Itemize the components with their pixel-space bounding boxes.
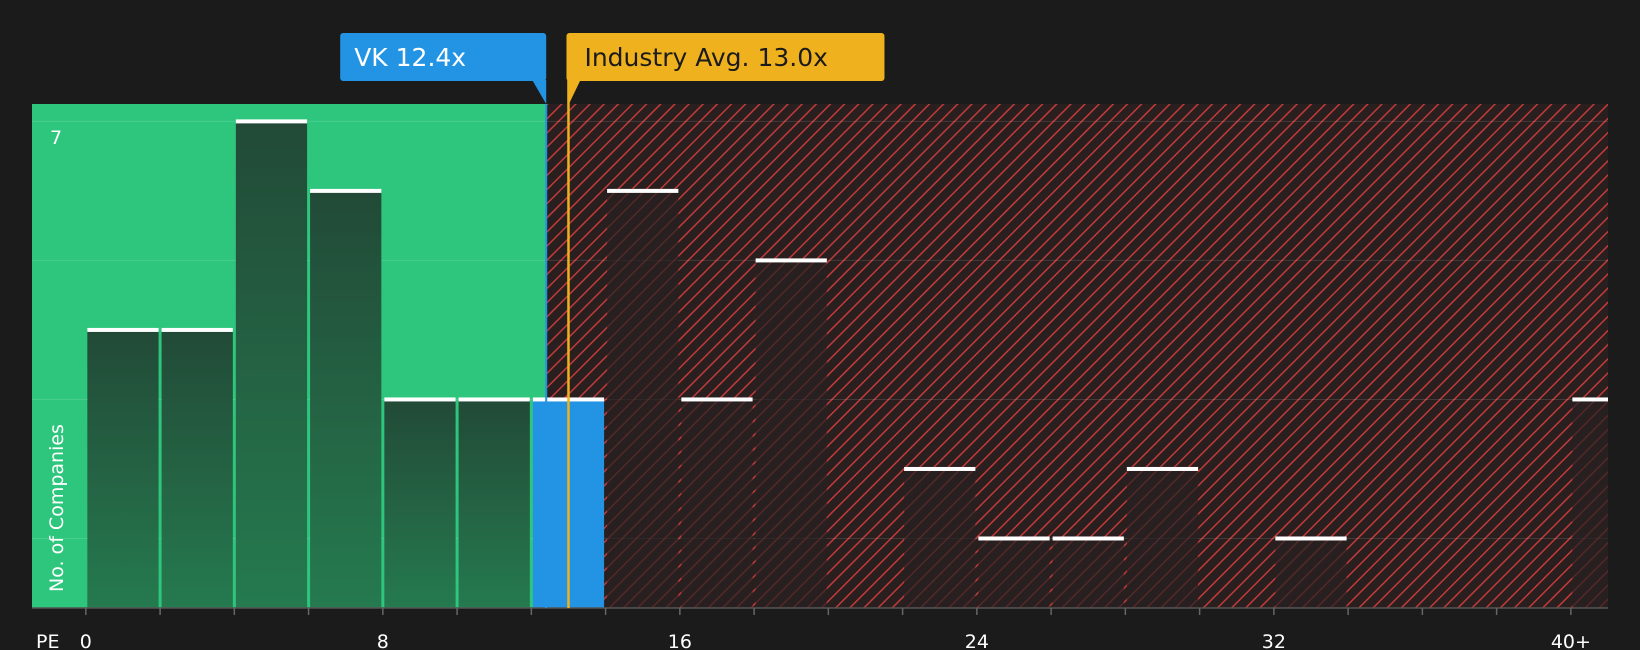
histogram-bar (384, 399, 456, 608)
histogram-bar (607, 190, 679, 608)
histogram-bar (1126, 468, 1199, 608)
histogram-bar (310, 190, 382, 608)
bar-cap (1052, 536, 1124, 541)
bar-cap (755, 258, 827, 263)
x-axis-ticks: 0 8 16 24 32 40+ (80, 608, 1591, 650)
bar-cap (458, 397, 530, 402)
chart-canvas: 0 8 16 24 32 40+ 7 No. of Companies PE VK 12.… (32, 33, 1608, 650)
x-axis-label: PE (36, 631, 59, 650)
bar-cap (87, 327, 159, 332)
bar-cap (904, 466, 976, 471)
histogram-bar (978, 538, 1050, 608)
pe-distribution-chart: 0 8 16 24 32 40+ 7 No. of Companies PE VK 12.… (0, 0, 1640, 650)
bar-cap (1126, 466, 1199, 471)
histogram-bar (755, 260, 827, 608)
bar-cap (235, 119, 308, 124)
company-pe-label: VK 12.4x (354, 43, 466, 72)
x-tick-label: 0 (80, 631, 92, 650)
histogram-bar (235, 121, 308, 609)
y-axis-label: No. of Companies (46, 424, 68, 592)
histogram-bar (161, 329, 233, 608)
bar-cap (681, 397, 753, 402)
x-tick-label: 32 (1262, 631, 1286, 650)
x-tick-label: 24 (965, 631, 989, 650)
histogram-bar (1275, 538, 1347, 608)
histogram-bar (1052, 538, 1124, 608)
x-tick-label: 16 (668, 631, 692, 650)
bar-cap (384, 397, 456, 402)
bar-cap (1572, 397, 1608, 402)
histogram-bar (904, 468, 976, 608)
industry-avg-label: Industry Avg. 13.0x (584, 43, 827, 72)
bar-cap (1275, 536, 1347, 541)
x-tick-label: 8 (377, 631, 389, 650)
x-tick-label: 40+ (1551, 631, 1591, 650)
bar-cap (607, 188, 679, 193)
y-tick-label: 7 (50, 127, 62, 149)
bar-cap (161, 327, 233, 332)
company-badge-pointer (532, 80, 547, 104)
histogram-bar (87, 329, 159, 608)
histogram-bar (458, 399, 530, 608)
histogram-bar (681, 399, 753, 608)
bar-cap (310, 188, 382, 193)
bar-cap (978, 536, 1050, 541)
histogram-bar (1572, 399, 1608, 608)
